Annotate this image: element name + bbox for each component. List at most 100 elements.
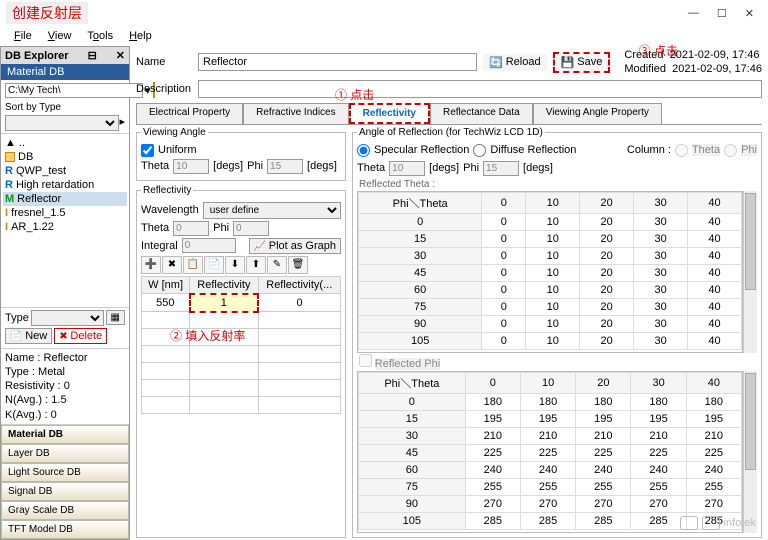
close-panel-icon[interactable]: ✕ bbox=[116, 49, 125, 62]
menu-tools[interactable]: Tools bbox=[81, 28, 119, 44]
reflected-theta-table-wrap[interactable]: Phi＼Theta0102030400010203040150102030403… bbox=[357, 191, 743, 353]
tab-electrical-property[interactable]: Electrical Property bbox=[136, 103, 243, 124]
sidebar-tab-material-db[interactable]: Material DB bbox=[1, 64, 129, 80]
menu-file[interactable]: File bbox=[8, 28, 38, 44]
integral-input bbox=[182, 238, 236, 253]
tree-item[interactable]: IAR_1.22 bbox=[3, 220, 127, 234]
pin-icon[interactable]: ⊟ bbox=[88, 49, 97, 62]
up-icon: ▲ bbox=[5, 137, 16, 149]
description-input[interactable] bbox=[198, 80, 762, 98]
table-row[interactable]: 30210210210210210 bbox=[359, 427, 742, 444]
export-icon[interactable]: ⬆ bbox=[246, 256, 266, 274]
edit-icon[interactable]: ✎ bbox=[267, 256, 287, 274]
viewing-angle-group: Viewing Angle Uniform Theta [degs] Phi [… bbox=[136, 127, 346, 181]
chat-icon bbox=[702, 516, 720, 530]
table-row[interactable]: 45225225225225225 bbox=[359, 444, 742, 461]
ar-phi-input bbox=[483, 161, 519, 176]
delete-row-icon[interactable]: ✖ bbox=[162, 256, 182, 274]
table-row[interactable]: 75255255255255255 bbox=[359, 478, 742, 495]
specular-radio[interactable] bbox=[357, 144, 370, 157]
table-row[interactable]: 30010203040 bbox=[359, 247, 742, 264]
db-stack-item[interactable]: Signal DB bbox=[1, 482, 129, 501]
diffuse-radio[interactable] bbox=[473, 144, 486, 157]
table-row[interactable]: 90010203040 bbox=[359, 315, 742, 332]
phi-scrollbar[interactable] bbox=[743, 371, 757, 533]
angle-reflection-legend: Angle of Reflection (for TechWiz LCD 1D) bbox=[357, 127, 545, 138]
tree-item[interactable]: MReflector bbox=[3, 192, 127, 206]
reload-button[interactable]: 🔄Reload bbox=[483, 54, 547, 71]
new-button[interactable]: 📄 New bbox=[5, 328, 52, 344]
reflected-phi-table-wrap[interactable]: Phi＼Theta0102030400180180180180180151951… bbox=[357, 371, 743, 533]
tree-item[interactable]: RHigh retardation bbox=[3, 178, 127, 192]
db-stack-item[interactable]: Material DB bbox=[1, 425, 129, 444]
tree-label: Reflector bbox=[17, 193, 61, 205]
table-row[interactable]: 550 1 0 bbox=[142, 294, 341, 312]
add-row-icon[interactable]: ➕ bbox=[141, 256, 161, 274]
table-row[interactable]: 60240240240240240 bbox=[359, 461, 742, 478]
annotation-2: ② 填入反射率 bbox=[170, 327, 245, 344]
tab-refractive-indices[interactable]: Refractive Indices bbox=[243, 103, 348, 124]
type-I-icon: I bbox=[5, 207, 8, 219]
annotation-3: ③ 点击 bbox=[639, 46, 678, 59]
refl-phi-input bbox=[233, 221, 269, 236]
va-theta-input bbox=[173, 159, 209, 174]
material-info: Name : Reflector Type : Metal Resistivit… bbox=[1, 348, 129, 424]
db-stack-item[interactable]: Light Source DB bbox=[1, 463, 129, 482]
type-select[interactable] bbox=[31, 310, 104, 326]
reflected-theta-table[interactable]: Phi＼Theta0102030400010203040150102030403… bbox=[358, 192, 742, 350]
maximize-icon[interactable]: ☐ bbox=[717, 7, 727, 20]
type-action-icon[interactable]: ▦ bbox=[106, 310, 125, 325]
tree-label: AR_1.22 bbox=[11, 221, 54, 233]
save-button[interactable]: 💾Save bbox=[553, 52, 611, 73]
type-R-icon: R bbox=[5, 179, 13, 191]
tab-reflectance-data[interactable]: Reflectance Data bbox=[430, 103, 533, 124]
path-input[interactable] bbox=[5, 83, 143, 98]
col-phi-radio bbox=[724, 144, 737, 157]
folder-icon bbox=[5, 152, 15, 162]
type-I-icon: I bbox=[5, 221, 8, 233]
table-row[interactable]: 0180180180180180 bbox=[359, 393, 742, 410]
menu-help[interactable]: Help bbox=[123, 28, 158, 44]
va-phi-input bbox=[267, 159, 303, 174]
minimize-icon[interactable]: — bbox=[688, 7, 699, 20]
content-area: ③ 点击 Name 🔄Reload 💾Save Created 2021-02-… bbox=[130, 46, 768, 540]
table-row[interactable]: 0010203040 bbox=[359, 213, 742, 230]
tree-item[interactable]: Ifresnel_1.5 bbox=[3, 206, 127, 220]
table-row[interactable]: 15010203040 bbox=[359, 230, 742, 247]
table-row[interactable]: 60010203040 bbox=[359, 281, 742, 298]
col-theta-radio bbox=[675, 144, 688, 157]
tree-label: QWP_test bbox=[16, 165, 66, 177]
paste-icon[interactable]: 📄 bbox=[204, 256, 224, 274]
table-row[interactable]: 75010203040 bbox=[359, 298, 742, 315]
wavelength-select[interactable]: user define bbox=[203, 202, 341, 219]
db-stack-item[interactable]: Gray Scale DB bbox=[1, 501, 129, 520]
menu-view[interactable]: View bbox=[42, 28, 78, 44]
import-icon[interactable]: ⬇ bbox=[225, 256, 245, 274]
reflected-phi-table[interactable]: Phi＼Theta0102030400180180180180180151951… bbox=[358, 372, 742, 530]
reflectivity-group: Reflectivity Wavelength user define Thet… bbox=[136, 185, 346, 538]
delete-button[interactable]: ✖ Delete bbox=[54, 328, 107, 344]
db-stack-item[interactable]: TFT Model DB bbox=[1, 520, 129, 539]
table-row[interactable]: 15195195195195195 bbox=[359, 410, 742, 427]
theta-scrollbar[interactable] bbox=[743, 191, 757, 353]
name-input[interactable] bbox=[198, 53, 477, 71]
tree-item[interactable]: DB bbox=[3, 150, 127, 164]
clear-icon[interactable]: 🗑 bbox=[288, 256, 308, 274]
tab-reflectivity[interactable]: Reflectivity bbox=[349, 103, 430, 124]
tree-item[interactable]: ▲.. bbox=[3, 136, 127, 150]
copy-icon[interactable]: 📋 bbox=[183, 256, 203, 274]
reflected-theta-label: Reflected Theta : bbox=[357, 178, 757, 191]
db-stack-item[interactable]: Layer DB bbox=[1, 444, 129, 463]
sort-go-icon[interactable]: ▸ bbox=[119, 115, 125, 131]
table-row[interactable]: 90270270270270270 bbox=[359, 495, 742, 512]
plot-graph-button[interactable]: 📈 Plot as Graph bbox=[249, 238, 342, 254]
sort-select[interactable] bbox=[5, 115, 119, 131]
tab-viewing-angle-property[interactable]: Viewing Angle Property bbox=[533, 103, 662, 124]
table-row[interactable]: 105010203040 bbox=[359, 332, 742, 349]
reflectivity-table[interactable]: W [nm] Reflectivity Reflectivity(... 550… bbox=[141, 276, 341, 415]
uniform-checkbox[interactable] bbox=[141, 144, 154, 157]
close-icon[interactable]: ✕ bbox=[745, 7, 754, 20]
reflectivity-value-cell[interactable]: 1 bbox=[190, 294, 258, 312]
tree-item[interactable]: RQWP_test bbox=[3, 164, 127, 178]
table-row[interactable]: 45010203040 bbox=[359, 264, 742, 281]
